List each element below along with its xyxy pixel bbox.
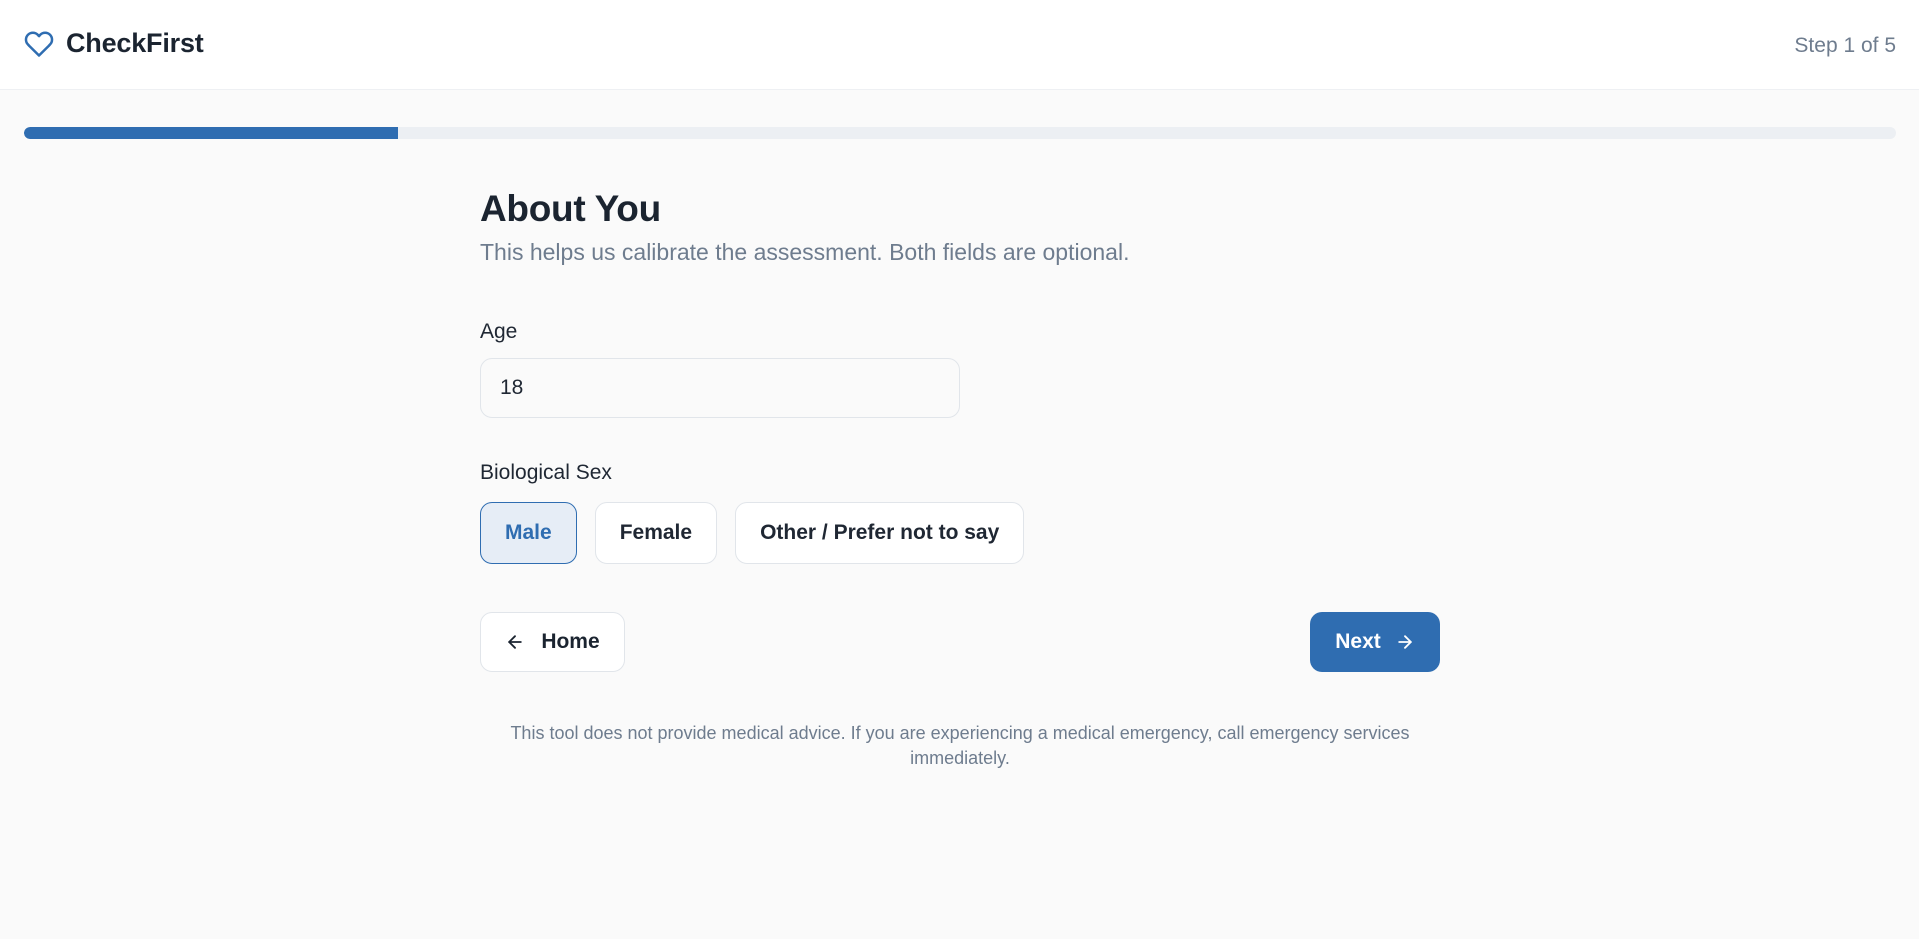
heart-icon [24, 31, 54, 57]
app-header: CheckFirst Step 1 of 5 [0, 0, 1919, 90]
page-title: About You [480, 188, 661, 229]
form-card: About You This helps us calibrate the as… [480, 188, 1440, 768]
sex-option-other[interactable]: Other / Prefer not to say [735, 502, 1025, 564]
brand[interactable]: CheckFirst [24, 28, 204, 59]
step-indicator: Step 1 of 5 [1794, 34, 1896, 57]
sex-option-female[interactable]: Female [594, 502, 718, 564]
home-button-label: Home [541, 630, 600, 653]
home-button[interactable]: Home [480, 612, 625, 672]
biological-sex-options: Male Female Other / Prefer not to say [480, 502, 1025, 564]
next-button[interactable]: Next [1310, 612, 1440, 672]
age-label: Age [480, 320, 518, 343]
sex-option-male[interactable]: Male [480, 502, 577, 564]
navigation-row: Home Next [480, 612, 1440, 672]
progress-bar-fill [24, 127, 399, 139]
arrow-right-icon [1398, 635, 1412, 649]
arrow-left-icon [508, 635, 523, 649]
age-input[interactable] [480, 358, 960, 418]
progress-bar [24, 127, 1896, 139]
biological-sex-label: Biological Sex [480, 461, 612, 484]
medical-disclaimer: This tool does not provide medical advic… [510, 723, 1410, 768]
brand-name: CheckFirst [66, 28, 204, 58]
next-button-label: Next [1335, 630, 1381, 653]
page-subtitle: This helps us calibrate the assessment. … [480, 239, 1130, 265]
